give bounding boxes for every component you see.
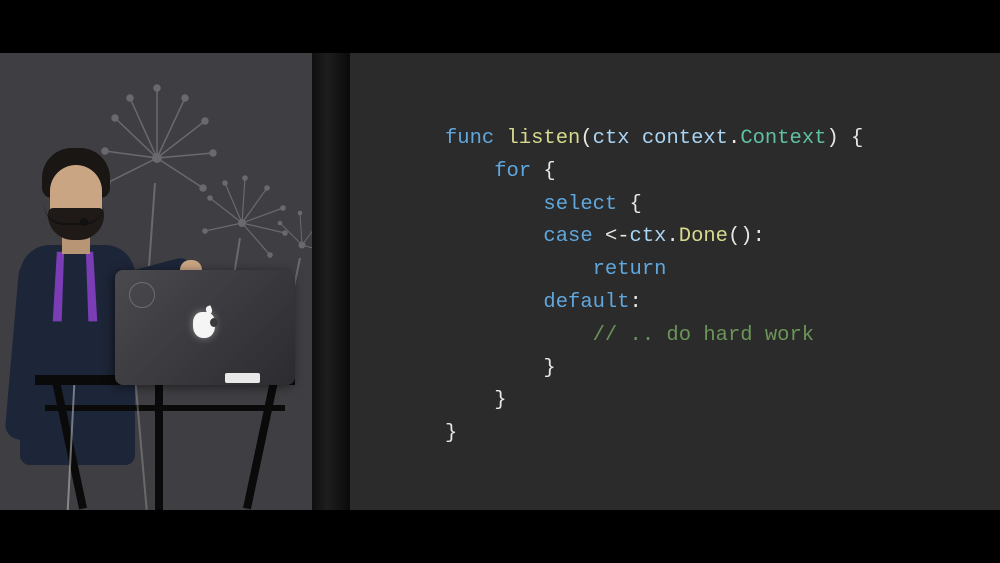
laptop	[115, 270, 295, 385]
keyword-case: case	[543, 225, 592, 248]
paren-open: (	[580, 127, 592, 150]
keyword-default: default	[543, 291, 629, 314]
video-content: func listen(ctx context.Context) { for {…	[0, 53, 1000, 510]
keyword-return: return	[593, 258, 667, 281]
type-name: Context	[740, 127, 826, 150]
laptop-sticker	[129, 282, 155, 308]
code-block: func listen(ctx context.Context) { for {…	[445, 123, 863, 451]
keyword-func: func	[445, 127, 494, 150]
keyword-select: select	[543, 193, 617, 216]
brace-close: }	[445, 422, 457, 445]
param-name: ctx	[593, 127, 630, 150]
function-name: listen	[507, 127, 581, 150]
brace-close: }	[494, 389, 506, 412]
keyword-for: for	[494, 160, 531, 183]
brace-close: }	[543, 357, 555, 380]
letterbox-top	[0, 0, 1000, 53]
var-ctx: ctx	[630, 225, 667, 248]
letterbox-bottom	[0, 510, 1000, 563]
comment: // .. do hard work	[593, 324, 814, 347]
package-name: context	[642, 127, 728, 150]
slide-pane: func listen(ctx context.Context) { for {…	[350, 53, 1000, 510]
usb-dongle	[225, 373, 260, 383]
apple-logo-icon	[193, 312, 215, 338]
method-done: Done	[679, 225, 728, 248]
speaker-camera-pane	[0, 53, 350, 510]
lighting-rig	[312, 53, 350, 510]
